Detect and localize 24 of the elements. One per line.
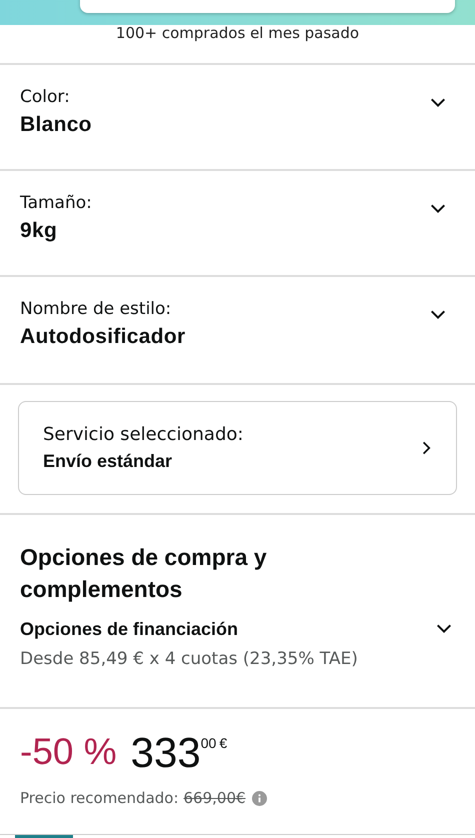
currency-symbol: €: [219, 734, 228, 753]
list-price-label: Precio recomendado:: [20, 789, 179, 807]
selector-value: Autodosificador: [20, 325, 186, 349]
service-label: Servicio seleccionado:: [43, 424, 244, 445]
selector-value: 9kg: [20, 219, 58, 243]
selector-label: Nombre de estilo:: [20, 299, 172, 319]
service-value: Envío estándar: [43, 451, 174, 472]
info-icon[interactable]: [252, 790, 267, 806]
price-whole: 333: [130, 729, 201, 777]
discount-percent: -50 %: [20, 730, 117, 774]
selector-label: Tamaño:: [20, 193, 92, 213]
list-price: 669,00€: [184, 789, 246, 807]
variant-selector[interactable]: Color: Blanco: [0, 63, 475, 169]
financing-detail: Desde 85,49 € x 4 cuotas (23,35% TAE): [20, 649, 358, 669]
variant-selector[interactable]: Nombre de estilo: Autodosificador: [0, 275, 475, 383]
financing-row[interactable]: Opciones de financiación Desde 85,49 € x 4 cuotas (23,35% TAE): [20, 619, 455, 669]
selector-value: Blanco: [20, 113, 92, 137]
variant-selector[interactable]: Tamaño: 9kg: [0, 169, 475, 275]
service-card[interactable]: Servicio seleccionado: Envío estándar: [18, 401, 457, 495]
purchase-count: 100+ comprados el mes pasado: [116, 25, 360, 44]
section-title: Opciones de compra y complementos: [20, 543, 268, 604]
selector-label: Color:: [20, 87, 71, 107]
financing-title: Opciones de financiación: [20, 619, 240, 640]
price-fraction: 00: [200, 734, 216, 753]
